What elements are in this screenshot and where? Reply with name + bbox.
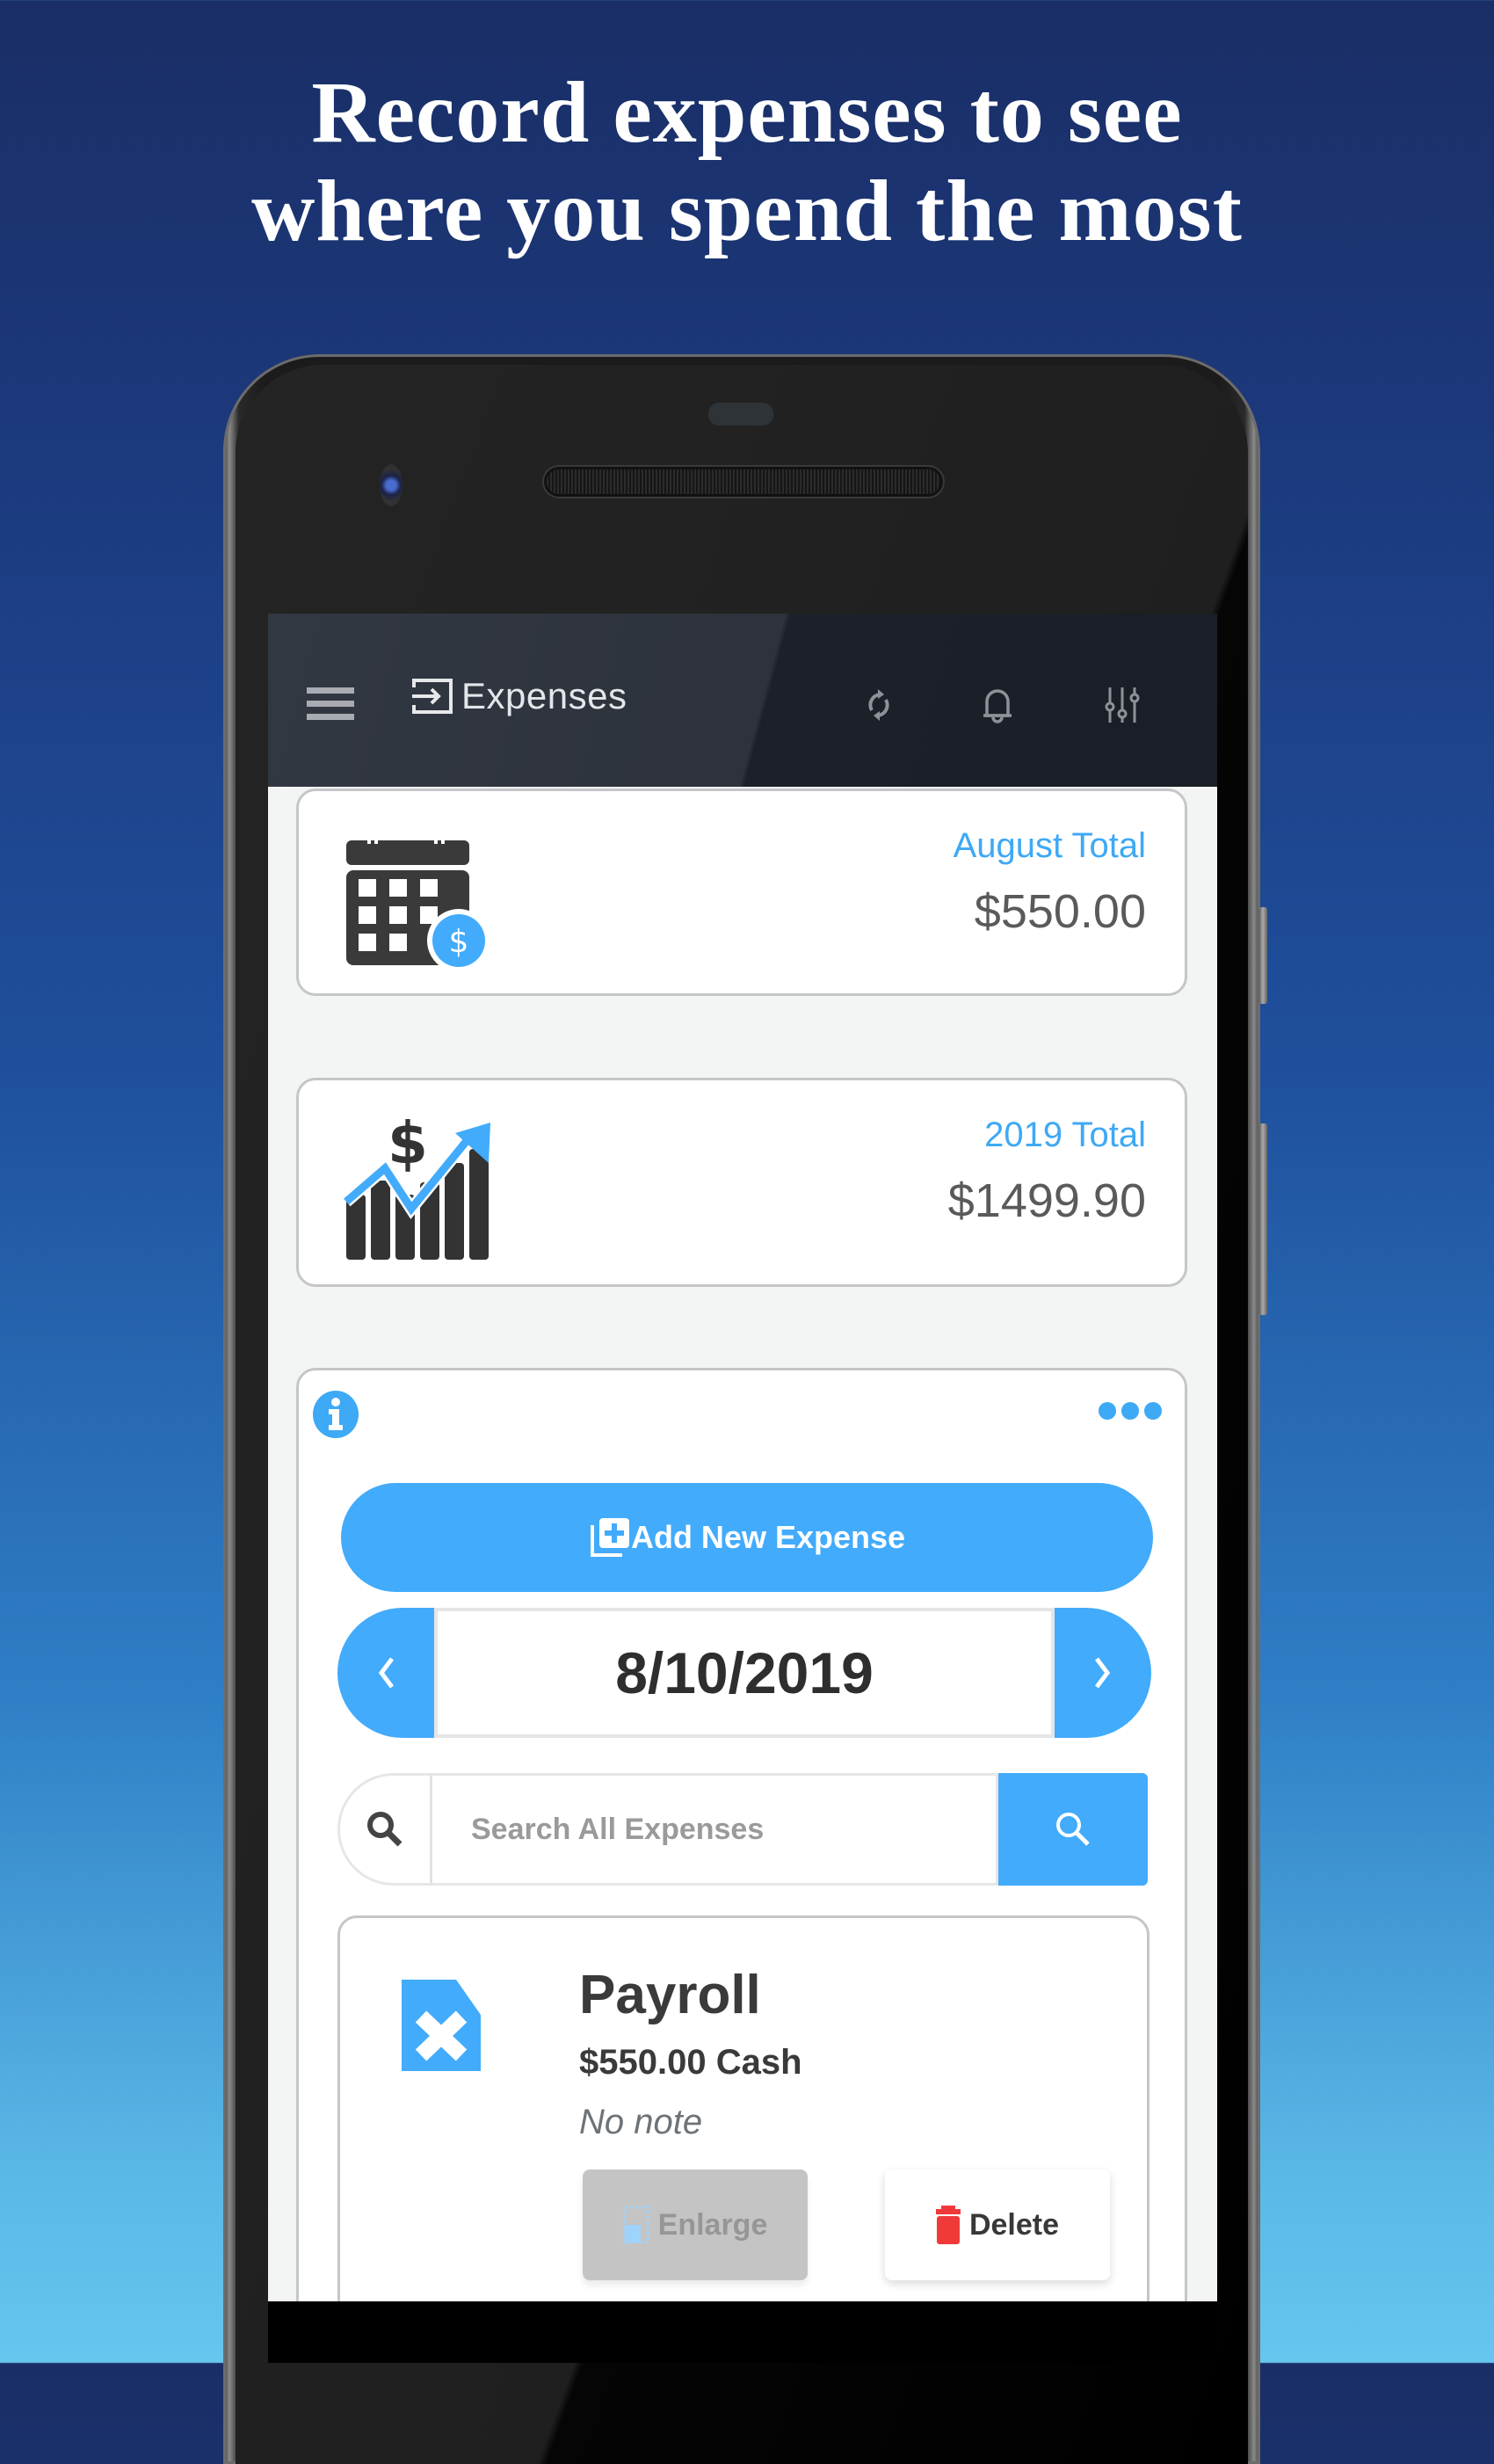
add-stack-icon <box>590 1518 629 1557</box>
chevron-left-icon <box>378 1657 394 1689</box>
expense-panel: Add New Expense 8/10/2019 Search All Exp… <box>296 1368 1187 2301</box>
proximity-sensor <box>708 403 773 425</box>
expense-amount: $550.00 Cash <box>579 2043 802 2082</box>
expense-title: Payroll <box>579 1965 761 2025</box>
year-total-card[interactable]: $ 2019 Total $1499.90 <box>296 1078 1187 1287</box>
promo-headline: Record expenses to see where you spend t… <box>0 63 1494 260</box>
search-icon <box>367 1812 403 1847</box>
app-title: Expenses <box>461 675 627 716</box>
expense-note: No note <box>579 2103 703 2141</box>
year-total-value: $1499.90 <box>947 1174 1146 1227</box>
app-bar: Expenses <box>268 614 1217 787</box>
volume-button <box>1258 1123 1267 1315</box>
sign-in-arrow-icon <box>412 679 453 714</box>
sync-icon[interactable] <box>852 679 905 731</box>
search-input[interactable] <box>432 1773 998 1886</box>
add-new-expense-label: Add New Expense <box>630 1519 906 1555</box>
search-button[interactable] <box>998 1773 1148 1886</box>
search-icon <box>1056 1813 1090 1846</box>
date-navigator: 8/10/2019 <box>337 1608 1151 1738</box>
app-screen: Expenses $ August Total $550.00 $ 2019 T… <box>268 614 1217 2301</box>
enlarge-button[interactable]: Enlarge <box>583 2170 808 2280</box>
delete-label: Delete <box>968 2207 1060 2242</box>
front-camera <box>380 464 403 506</box>
sliders-icon[interactable] <box>1096 679 1149 731</box>
chevron-right-icon <box>1095 1657 1111 1689</box>
previous-date-button[interactable] <box>337 1608 434 1738</box>
app-title-group: Expenses <box>410 675 627 717</box>
delete-button[interactable]: Delete <box>885 2170 1110 2280</box>
svg-text:$: $ <box>449 924 469 960</box>
hamburger-menu-icon[interactable] <box>307 687 354 721</box>
chart-growth-dollar-icon: $ <box>343 1109 490 1260</box>
svg-text:$: $ <box>388 1109 428 1177</box>
power-button <box>1258 907 1267 1004</box>
headline-line-2: where you spend the most <box>251 162 1243 259</box>
year-total-label: 2019 Total <box>984 1116 1146 1154</box>
headline-line-1: Record expenses to see <box>311 63 1183 161</box>
month-total-value: $550.00 <box>974 885 1146 938</box>
info-icon[interactable] <box>311 1390 360 1439</box>
more-dots-icon[interactable] <box>1099 1402 1162 1420</box>
earpiece-speaker <box>547 469 940 494</box>
add-new-expense-button[interactable]: Add New Expense <box>341 1483 1153 1592</box>
month-total-card[interactable]: $ August Total $550.00 <box>296 789 1187 996</box>
trash-icon <box>935 2206 961 2244</box>
search-field-icon <box>337 1773 432 1886</box>
selected-date[interactable]: 8/10/2019 <box>434 1608 1055 1738</box>
month-total-label: August Total <box>953 826 1146 865</box>
expense-item[interactable]: Payroll $550.00 Cash No note Enlarge Del… <box>337 1915 1150 2301</box>
next-date-button[interactable] <box>1055 1608 1151 1738</box>
enlarge-label: Enlarge <box>657 2207 768 2242</box>
file-x-icon <box>402 1980 481 2071</box>
enlarge-image-icon <box>623 2206 649 2244</box>
phone-bottom-bezel <box>268 2301 1217 2363</box>
search-bar <box>337 1773 1148 1886</box>
calendar-dollar-icon: $ <box>346 826 490 967</box>
bell-icon[interactable] <box>971 679 1024 731</box>
